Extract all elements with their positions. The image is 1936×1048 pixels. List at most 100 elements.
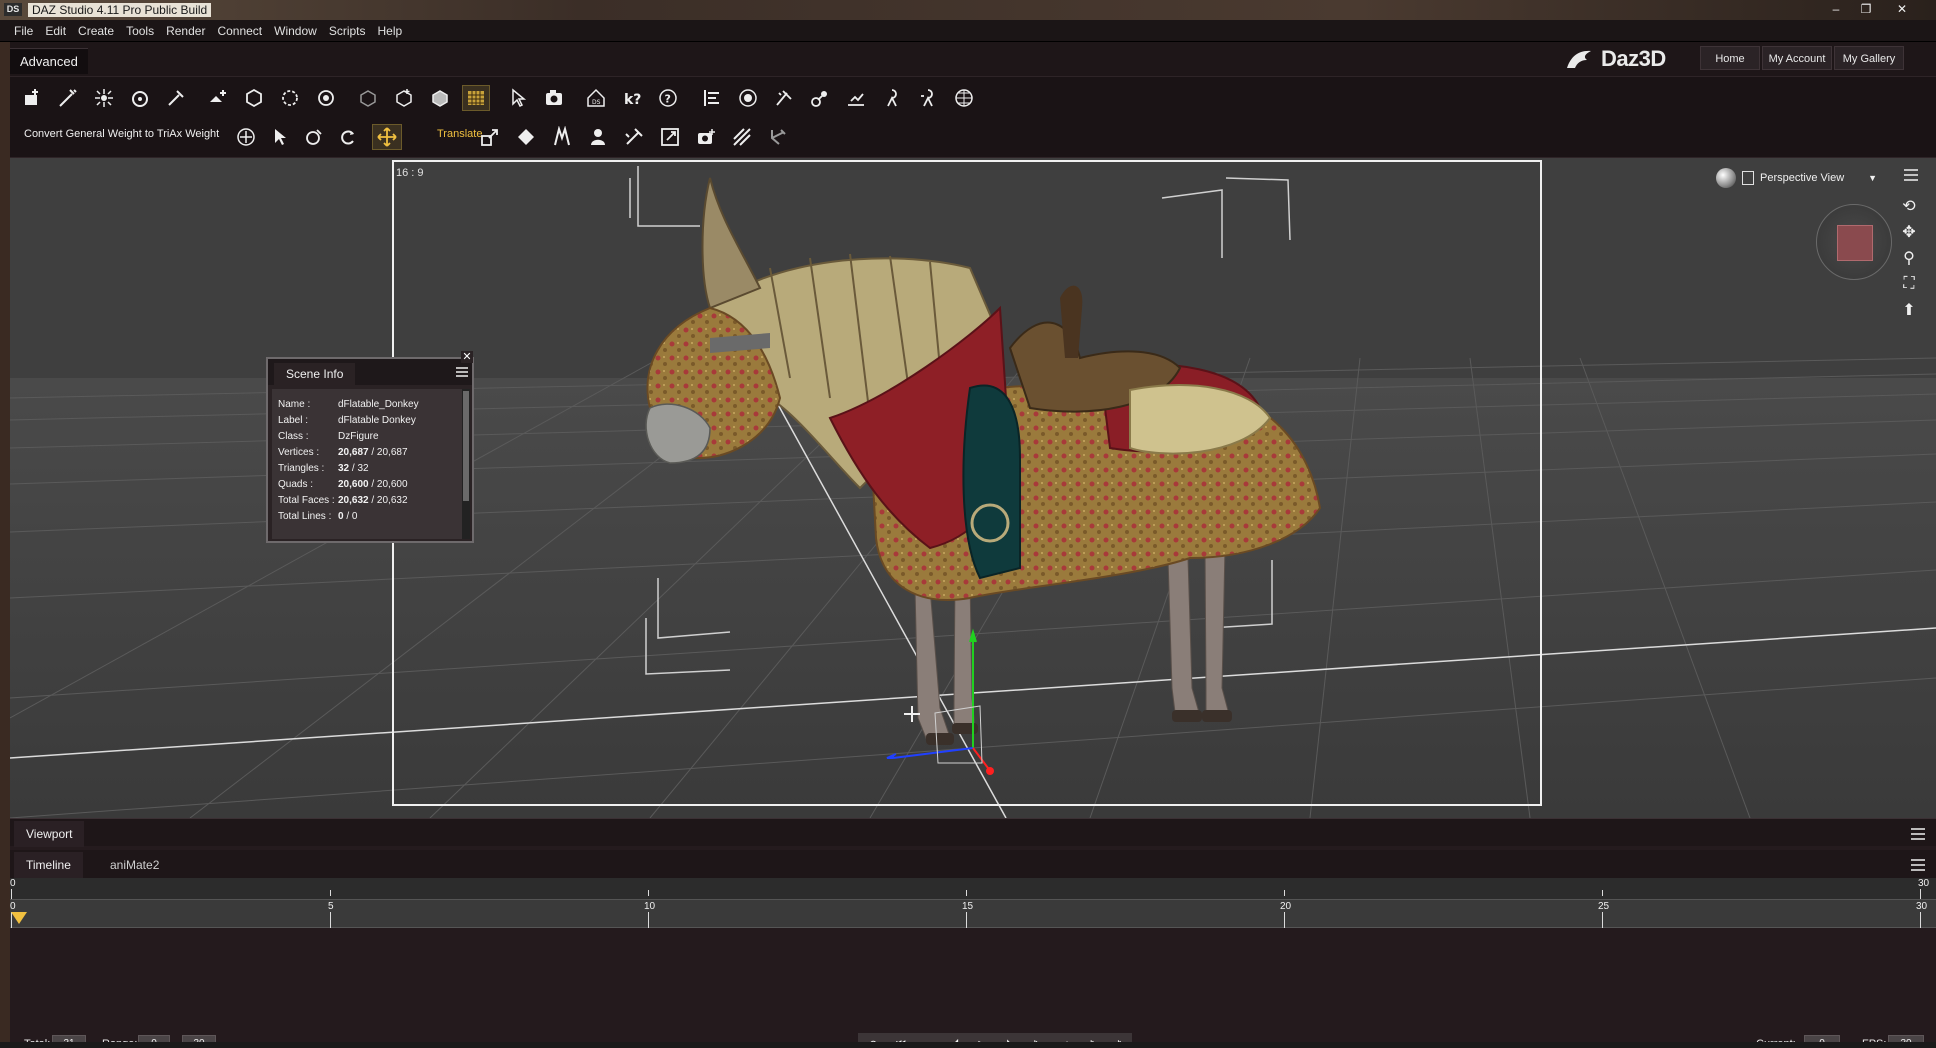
pan-icon[interactable]: ✥: [1896, 220, 1922, 244]
panel-menu-icon[interactable]: [1910, 827, 1926, 841]
create-cube-icon[interactable]: [240, 85, 268, 111]
app-logo: DS: [4, 3, 22, 16]
create-primitive-icon[interactable]: [204, 85, 232, 111]
info-row-class: Class : DzFigure: [278, 431, 379, 442]
reset-view-icon[interactable]: ⬆: [1896, 298, 1922, 322]
joint-editor-icon[interactable]: [806, 85, 834, 111]
panel-menu-icon[interactable]: [1910, 858, 1926, 872]
surface-selection-icon[interactable]: [548, 124, 576, 150]
menu-connect[interactable]: Connect: [211, 20, 268, 42]
tab-timeline[interactable]: Timeline: [14, 852, 83, 878]
new-scene-icon[interactable]: [18, 85, 46, 111]
menu-help[interactable]: Help: [372, 20, 409, 42]
my-account-link[interactable]: My Account: [1762, 46, 1832, 70]
create-group-icon[interactable]: [312, 85, 340, 111]
content-library-icon[interactable]: [734, 85, 762, 111]
view-selector[interactable]: Perspective View ▼: [1716, 166, 1877, 190]
scale-tool-icon[interactable]: [476, 124, 504, 150]
menu-scripts[interactable]: Scripts: [323, 20, 372, 42]
info-row-vertices: Vertices :20,687 / 20,687: [278, 447, 408, 458]
scrollbar-thumb[interactable]: [463, 391, 469, 501]
panel-menu-icon[interactable]: [455, 366, 469, 378]
scene-info-panel: Scene Info ✕ Name : dFlatable_Donkey Labe…: [266, 351, 474, 543]
navigation-cube[interactable]: [1816, 204, 1892, 280]
menu-tools[interactable]: Tools: [120, 20, 160, 42]
figure-pose-icon[interactable]: [878, 85, 906, 111]
camera-cube-icon[interactable]: [692, 124, 720, 150]
svg-text:?: ?: [665, 93, 671, 106]
menu-create[interactable]: Create: [72, 20, 120, 42]
menu-render[interactable]: Render: [160, 20, 211, 42]
convert-weight-button[interactable]: Convert General Weight to TriAx Weight: [24, 128, 219, 140]
brand-name: Daz3D: [1601, 46, 1666, 71]
drawstyle-sphere-icon[interactable]: [1716, 168, 1736, 188]
tick: [1602, 912, 1603, 928]
geometry-editor-icon[interactable]: [770, 85, 798, 111]
frame-label-10: 10: [644, 901, 656, 912]
help-icon[interactable]: ?: [654, 85, 682, 111]
minimize-button[interactable]: –: [1822, 0, 1850, 18]
home-link[interactable]: Home: [1700, 46, 1760, 70]
hinge-tool-icon[interactable]: [764, 124, 792, 150]
frame-label-25: 25: [1598, 901, 1610, 912]
create-light-icon[interactable]: [90, 85, 118, 111]
transform-tool-icon[interactable]: [512, 124, 540, 150]
create-plane-icon[interactable]: [354, 85, 382, 111]
close-icon[interactable]: ✕: [461, 351, 473, 363]
scene-info-tab[interactable]: Scene Info: [274, 363, 356, 385]
menu-file[interactable]: File: [0, 20, 39, 42]
menu-bar: File Edit Create Tools Render Connect Window Sc…: [0, 20, 1936, 42]
environment-icon[interactable]: [950, 85, 978, 111]
universal-tool-icon[interactable]: [232, 124, 260, 150]
active-pose-icon[interactable]: [584, 124, 612, 150]
timeline-range-ruler[interactable]: 0 30: [10, 878, 1936, 900]
frame-label-30: 30: [1916, 901, 1928, 912]
node-weight-map-icon[interactable]: [462, 85, 490, 111]
scene-info-body: Name : dFlatable_Donkey Label : dFlatable …: [272, 389, 462, 539]
select-tool-icon[interactable]: [504, 85, 532, 111]
tick: [966, 890, 967, 896]
nav-cube-face[interactable]: [1837, 225, 1873, 261]
align-icon[interactable]: [698, 85, 726, 111]
create-cylinder-icon[interactable]: [390, 85, 418, 111]
create-sphere-icon[interactable]: [426, 85, 454, 111]
viewport-tabbar: Viewport: [10, 818, 1936, 847]
rotate-tool-icon[interactable]: [300, 124, 328, 150]
menu-edit[interactable]: Edit: [39, 20, 72, 42]
close-button[interactable]: ✕: [1888, 0, 1916, 18]
create-pointlight-icon[interactable]: [162, 85, 190, 111]
pose-tool-icon[interactable]: [914, 85, 942, 111]
tab-animate2[interactable]: aniMate2: [98, 852, 171, 878]
node-selection-icon[interactable]: [266, 124, 294, 150]
render-icon[interactable]: [540, 85, 568, 111]
perspective-view-label[interactable]: Perspective View: [1760, 172, 1844, 184]
twist-tool-icon[interactable]: [334, 124, 362, 150]
info-row-label: Label : dFlatable Donkey: [278, 415, 416, 426]
chevron-down-icon[interactable]: ▼: [1868, 173, 1877, 183]
timeline-tabbar: Timeline aniMate2: [10, 850, 1936, 878]
orbit-icon[interactable]: ⟲: [1896, 194, 1922, 218]
create-spotlight-icon[interactable]: [126, 85, 154, 111]
my-gallery-link[interactable]: My Gallery: [1834, 46, 1904, 70]
create-camera-icon[interactable]: [54, 85, 82, 111]
frame-icon[interactable]: ⛶: [1896, 272, 1922, 296]
main-toolbar: DS k? ?: [10, 76, 1936, 116]
scene-info-scrollbar[interactable]: [462, 389, 470, 539]
spot-render-icon[interactable]: [620, 124, 648, 150]
region-nav-icon[interactable]: [656, 124, 684, 150]
translate-tool-icon[interactable]: [372, 124, 402, 150]
create-null-icon[interactable]: [276, 85, 304, 111]
daz-home-icon[interactable]: DS: [582, 85, 610, 111]
maximize-button[interactable]: ❐: [1852, 0, 1880, 18]
whats-this-icon[interactable]: k?: [618, 85, 646, 111]
timeline-panel[interactable]: 0 30 0 5 10 15 20 25 30: [10, 878, 1936, 1048]
weight-brush-icon[interactable]: [728, 124, 756, 150]
node-weight-brush-icon[interactable]: [842, 85, 870, 111]
timeline-frame-ruler[interactable]: 0 5 10 15 20 25 30: [10, 900, 1936, 928]
zoom-icon[interactable]: ⚲: [1896, 246, 1922, 270]
panel-menu-icon[interactable]: [1903, 168, 1919, 182]
menu-window[interactable]: Window: [268, 20, 323, 42]
tab-viewport[interactable]: Viewport: [14, 821, 85, 847]
playhead-icon[interactable]: [10, 910, 28, 926]
layout-tab-advanced[interactable]: Advanced: [10, 48, 88, 74]
